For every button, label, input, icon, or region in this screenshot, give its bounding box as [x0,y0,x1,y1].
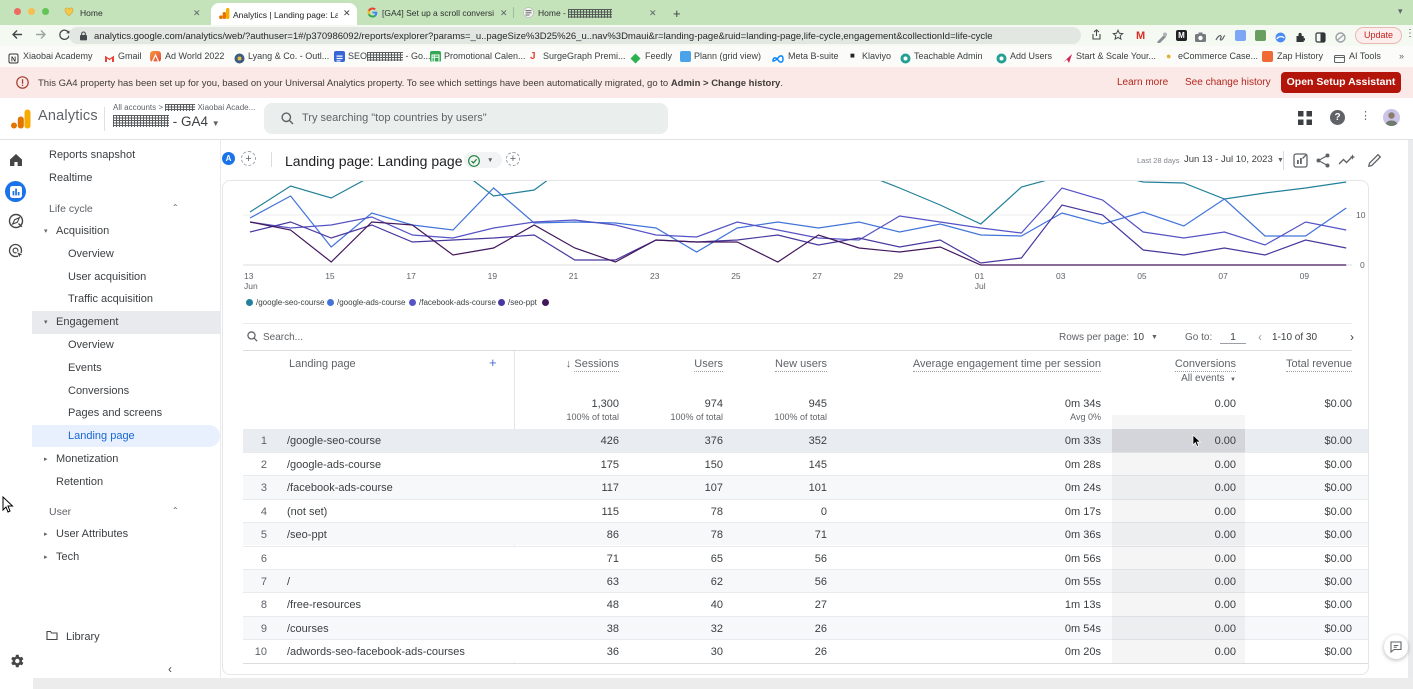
svg-text:N: N [11,57,16,64]
